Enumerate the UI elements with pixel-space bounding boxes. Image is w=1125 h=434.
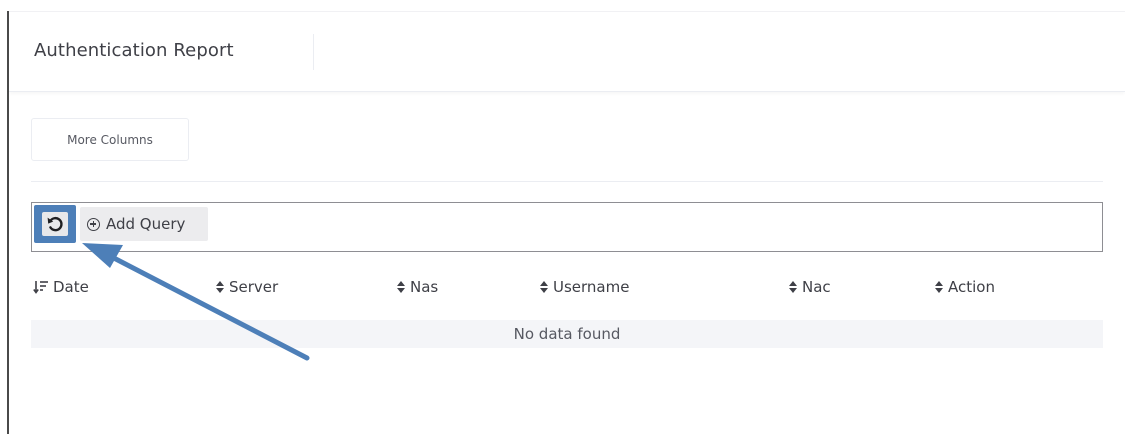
reset-icon (47, 216, 63, 232)
toolbar-divider (31, 181, 1103, 182)
column-header-label: Date (53, 278, 89, 296)
reset-highlight (34, 205, 76, 243)
add-query-button[interactable]: Add Query (80, 207, 208, 241)
column-header-action[interactable]: Action (934, 276, 995, 298)
column-header-nac[interactable]: Nac (788, 276, 831, 298)
title-separator (313, 34, 314, 70)
panel-left-border (7, 11, 9, 434)
column-header-date[interactable]: Date (33, 276, 89, 298)
column-header-label: Nac (802, 278, 831, 296)
sort-icon (215, 280, 225, 294)
column-header-label: Username (553, 278, 630, 296)
sort-desc-icon (33, 280, 49, 294)
column-header-username[interactable]: Username (539, 276, 629, 298)
sort-icon (788, 280, 798, 294)
sort-icon (396, 280, 406, 294)
add-query-label: Add Query (106, 215, 186, 233)
empty-table-row: No data found (31, 320, 1103, 348)
reset-query-button[interactable] (42, 212, 68, 236)
column-header-server[interactable]: Server (215, 276, 278, 298)
column-header-label: Action (948, 278, 995, 296)
sort-icon (934, 280, 944, 294)
plus-circle-icon (87, 217, 100, 231)
page: Authentication Report More Columns Add Q… (0, 0, 1125, 434)
page-title: Authentication Report (34, 40, 234, 61)
column-header-label: Server (229, 278, 279, 296)
sort-icon (539, 280, 549, 294)
column-header-nas[interactable]: Nas (396, 276, 438, 298)
more-columns-button[interactable]: More Columns (31, 118, 189, 161)
empty-message: No data found (513, 325, 621, 343)
column-header-label: Nas (410, 278, 439, 296)
